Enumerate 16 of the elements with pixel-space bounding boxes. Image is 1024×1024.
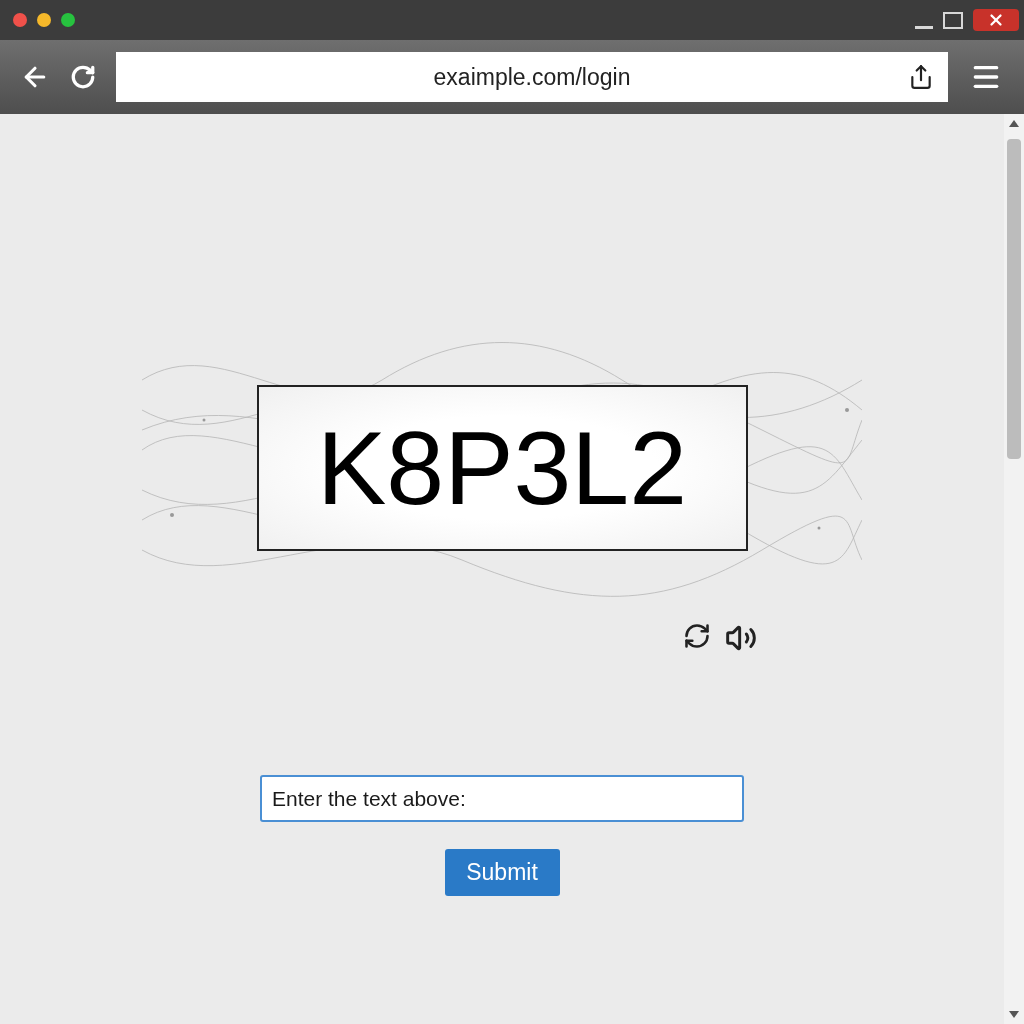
- scrollbar[interactable]: [1004, 114, 1024, 1024]
- address-bar[interactable]: exaimple.com/login: [116, 52, 948, 102]
- scrollbar-thumb[interactable]: [1007, 139, 1021, 459]
- scroll-up-icon[interactable]: [1009, 120, 1019, 127]
- maximize-icon[interactable]: [943, 11, 963, 29]
- close-icon: [987, 11, 1005, 29]
- reload-icon[interactable]: [70, 64, 96, 90]
- submit-button[interactable]: Submit: [444, 849, 560, 896]
- captcha-code: K8P3L2: [316, 416, 688, 520]
- minimize-icon[interactable]: [915, 25, 933, 29]
- close-button[interactable]: [973, 9, 1019, 31]
- url-text: exaimple.com/login: [433, 62, 631, 92]
- captcha-input-field[interactable]: Enter the text above:: [260, 775, 744, 822]
- share-icon[interactable]: [908, 64, 934, 90]
- refresh-icon[interactable]: [683, 622, 711, 650]
- scroll-down-icon[interactable]: [1009, 1011, 1019, 1018]
